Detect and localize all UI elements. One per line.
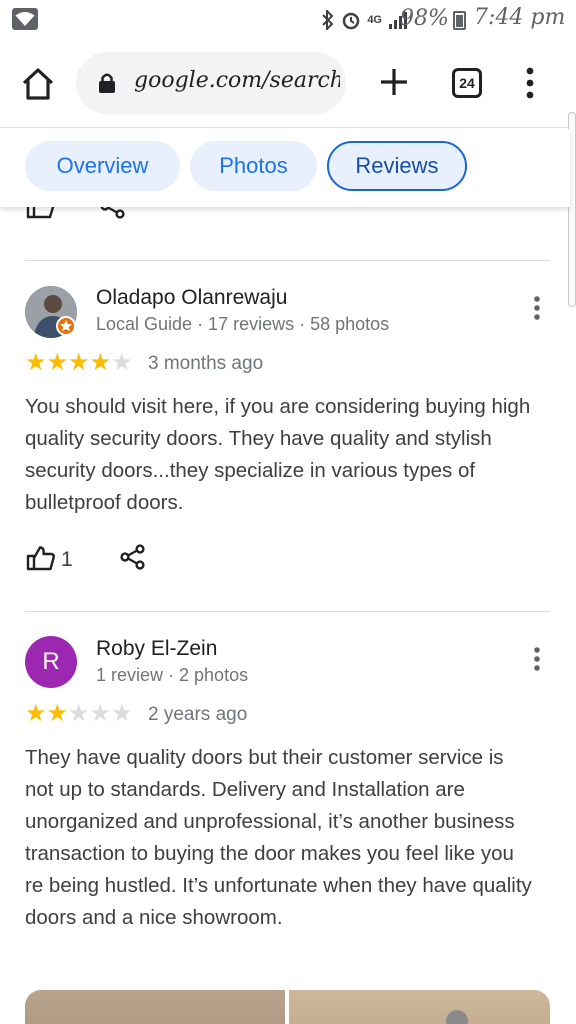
thumb-up-icon[interactable]	[26, 545, 56, 571]
status-bar: 4G 98% 7:44 pm	[0, 0, 576, 40]
wifi-icon	[12, 8, 38, 30]
browser-toolbar: google.com/search?q 24	[0, 40, 576, 128]
avatar[interactable]: R	[25, 636, 77, 688]
plus-icon	[381, 69, 407, 95]
tab-overview[interactable]: Overview	[25, 141, 180, 191]
star-icon: ★	[25, 700, 47, 727]
url-text: google.com/search?q	[134, 68, 340, 93]
review-date: 3 months ago	[148, 353, 264, 374]
review-more-button[interactable]	[527, 294, 547, 324]
star-icon: ★	[46, 700, 69, 727]
browser-menu-button[interactable]	[520, 66, 540, 100]
reviewer-meta: Local Guide · 17 reviews · 58 photos	[96, 314, 390, 334]
star-rating: ★ ★ ★ ★ ★	[25, 350, 133, 376]
review-photo[interactable]	[289, 990, 550, 1024]
like-count: 1	[61, 548, 73, 571]
local-guide-badge-icon	[56, 316, 76, 336]
new-tab-button[interactable]	[378, 66, 410, 98]
star-icon: ★	[25, 349, 47, 376]
review-photo[interactable]	[25, 990, 285, 1024]
tab-switcher-button[interactable]: 24	[452, 68, 482, 98]
star-icon: ★	[68, 349, 90, 376]
review-divider	[25, 260, 550, 261]
review-date: 2 years ago	[148, 704, 248, 725]
reviewer-name[interactable]: Roby El-Zein	[96, 637, 217, 661]
section-chip-bar: Overview Photos Reviews	[0, 129, 570, 207]
share-icon[interactable]	[120, 544, 146, 570]
star-icon: ★	[68, 700, 90, 727]
battery-icon	[453, 11, 466, 30]
star-rating: ★ ★ ★ ★ ★	[25, 701, 133, 727]
tab-photos[interactable]: Photos	[190, 141, 317, 191]
review-divider	[25, 611, 550, 612]
star-icon: ★	[89, 700, 112, 727]
review-photo-strip	[25, 990, 550, 1024]
status-icons: 4G	[321, 8, 408, 32]
star-icon: ★	[111, 349, 133, 376]
alarm-icon	[343, 12, 360, 30]
star-icon: ★	[46, 349, 69, 376]
reviewer-meta: 1 review · 2 photos	[96, 665, 249, 685]
address-bar[interactable]: google.com/search?q	[76, 52, 346, 114]
reviewer-name[interactable]: Oladapo Olanrewaju	[96, 286, 287, 310]
review-text: You should visit here, if you are consid…	[25, 395, 531, 514]
star-icon: ★	[111, 700, 133, 727]
review-text: They have quality doors but their custom…	[25, 746, 532, 929]
network-type-label: 4G	[367, 14, 382, 26]
star-icon: ★	[89, 349, 112, 376]
tab-reviews[interactable]: Reviews	[327, 141, 467, 191]
lock-icon	[99, 73, 115, 93]
clock-time: 7:44 pm	[474, 5, 566, 30]
review-more-button[interactable]	[527, 645, 547, 675]
more-vert-icon	[526, 67, 534, 99]
battery-percent: 98%	[400, 6, 449, 31]
home-button[interactable]	[18, 64, 58, 104]
more-vert-icon	[534, 296, 540, 320]
more-vert-icon	[534, 647, 540, 671]
bluetooth-icon	[322, 10, 334, 30]
home-icon	[22, 68, 54, 100]
